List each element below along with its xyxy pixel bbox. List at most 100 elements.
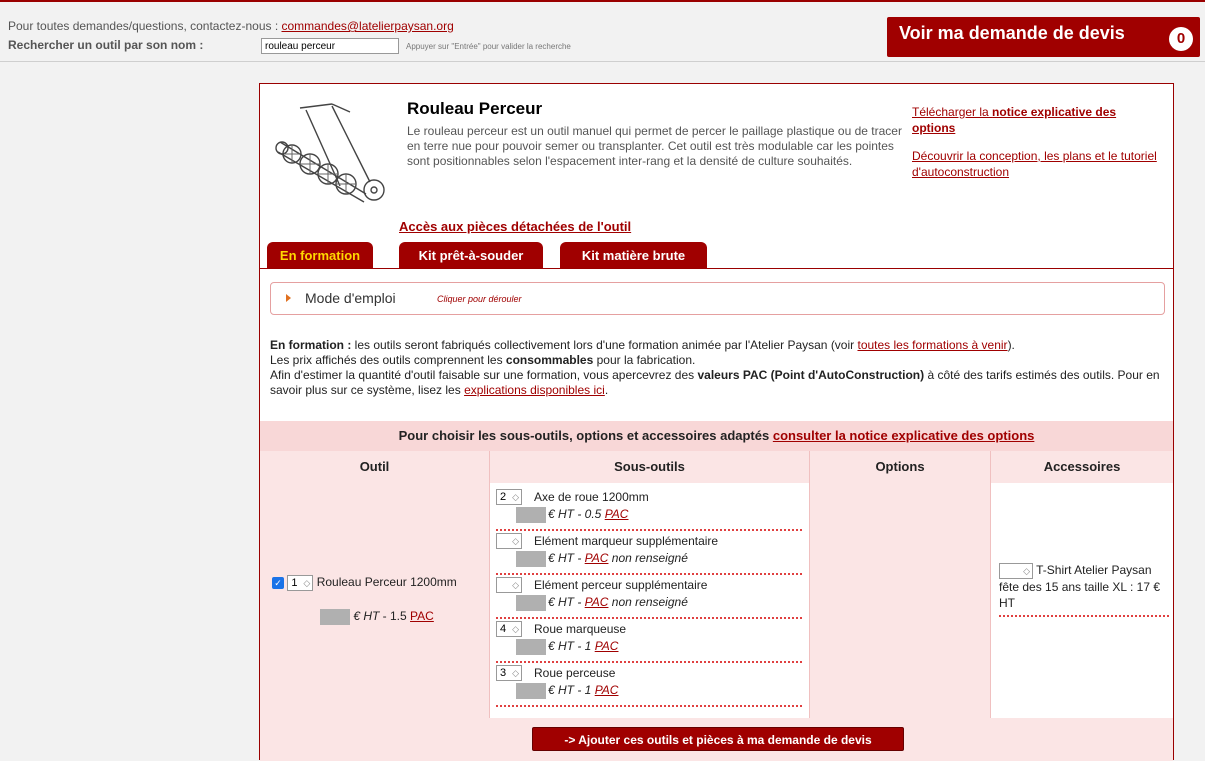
sub-tool-qty-value: 3 <box>500 667 507 679</box>
sub-tool-qty-stepper[interactable]: ◇ <box>496 577 522 593</box>
formations-link[interactable]: toutes les formations à venir <box>857 338 1007 352</box>
column-header-sous-outils: Sous-outils <box>489 451 809 483</box>
accessory-item: ◇ T-Shirt Atelier Paysan fête des 15 ans… <box>999 562 1169 617</box>
price-redacted <box>320 609 350 625</box>
sub-tool-pac-link[interactable]: PAC <box>595 683 619 697</box>
sub-tool-qty-stepper[interactable]: ◇ <box>496 533 522 549</box>
price-redacted <box>516 639 546 655</box>
tool-links: Télécharger la notice explicative des op… <box>912 104 1162 180</box>
tab-divider <box>260 268 1173 269</box>
spare-parts-link[interactable]: Accès aux pièces détachées de l'outil <box>399 219 631 234</box>
sub-tool-item: ◇ Elément marqueur supplémentaire € HT -… <box>496 533 802 575</box>
accessoires-cell: ◇ T-Shirt Atelier Paysan fête des 15 ans… <box>990 483 1173 718</box>
column-header-accessoires: Accessoires <box>990 451 1173 483</box>
sub-tool-price-text: € HT - <box>548 595 585 610</box>
spinner-icon: ◇ <box>512 492 519 502</box>
sub-tool-name: Elément perceur supplémentaire <box>534 578 708 592</box>
accessory-qty-stepper[interactable]: ◇ <box>999 562 1033 579</box>
sub-tool-price-text: € HT - 1 <box>548 639 595 654</box>
formation-line3-end: . <box>604 383 609 397</box>
sub-tool-item: 3 ◇ Roue perceuse € HT - 1 PAC <box>496 665 802 707</box>
formation-line2-end: pour la fabrication. <box>593 353 696 367</box>
search-input[interactable] <box>261 38 399 54</box>
sub-tool-name: Roue perceuse <box>534 666 616 680</box>
spinner-icon: ◇ <box>1023 565 1030 576</box>
spinner-icon: ◇ <box>303 577 311 588</box>
options-header: Pour choisir les sous-outils, options et… <box>260 421 1173 451</box>
view-quote-label: Voir ma demande de devis <box>899 23 1125 43</box>
sub-tool-name: Roue marqueuse <box>534 622 627 636</box>
sub-tool-name: Axe de roue 1200mm <box>534 490 649 504</box>
formation-line3-bold: valeurs PAC (Point d'AutoConstruction) <box>697 368 925 382</box>
sub-tool-pac-link[interactable]: PAC <box>595 639 619 653</box>
mode-emploi-toggle[interactable]: Mode d'emploi Cliquer pour dérouler <box>270 282 1165 315</box>
formation-line1: les outils seront fabriqués collectiveme… <box>351 338 858 352</box>
spinner-icon: ◇ <box>512 624 519 634</box>
view-quote-button[interactable]: Voir ma demande de devis 0 <box>887 17 1200 57</box>
tab-kit-pret-a-souder[interactable]: Kit prêt-à-souder <box>399 242 543 269</box>
sub-tool-pac-link[interactable]: PAC <box>585 595 609 609</box>
tool-title: Rouleau Perceur <box>407 99 543 118</box>
sub-tool-qty-stepper[interactable]: 4 ◇ <box>496 621 522 637</box>
options-notice-link[interactable]: consulter la notice explicative des opti… <box>773 428 1035 443</box>
search-hint: Appuyer sur "Entrée" pour valider la rec… <box>406 42 571 51</box>
sub-tool-price: € HT - PAC non renseigné <box>516 595 688 611</box>
sub-tool-price: € HT - 0.5 PAC <box>516 507 628 523</box>
outil-pac-link[interactable]: PAC <box>410 609 434 623</box>
price-redacted <box>516 595 546 611</box>
outil-item: ✓ 1 ◇ Rouleau Perceur 1200mm <box>272 574 482 591</box>
sub-tool-price-text: € HT - 1 <box>548 683 595 698</box>
rouleau-perceur-illustration-icon <box>275 103 385 203</box>
formation-line3: Afin d'estimer la quantité d'outil faisa… <box>270 368 698 382</box>
column-header-options: Options <box>809 451 990 483</box>
search-label: Rechercher un outil par son nom : <box>8 38 204 52</box>
contact-prefix: Pour toutes demandes/questions, contacte… <box>8 19 282 33</box>
sub-tool-item: ◇ Elément perceur supplémentaire € HT - … <box>496 577 802 619</box>
sub-tool-qty-value: 4 <box>500 623 507 635</box>
mode-emploi-hint: Cliquer pour dérouler <box>437 294 522 304</box>
add-to-quote-button[interactable]: -> Ajouter ces outils et pièces à ma dem… <box>532 727 904 751</box>
sub-tool-pac-tail: non renseigné <box>608 595 688 610</box>
sub-tool-price-text: € HT - 0.5 <box>548 507 605 522</box>
column-header-outil: Outil <box>359 459 390 474</box>
download-notice-link-text: Télécharger la <box>912 105 993 119</box>
sub-tool-name: Elément marqueur supplémentaire <box>534 534 719 548</box>
price-redacted <box>516 507 546 523</box>
quote-count-badge: 0 <box>1169 27 1193 51</box>
sub-tool-pac-tail: non renseigné <box>608 551 688 566</box>
sub-tool-pac-link[interactable]: PAC <box>605 507 629 521</box>
sub-tool-price: € HT - 1 PAC <box>516 683 618 699</box>
sub-tool-qty-stepper[interactable]: 2 ◇ <box>496 489 522 505</box>
sub-tool-pac-link[interactable]: PAC <box>585 551 609 565</box>
outil-price-suffix: € HT <box>350 609 380 624</box>
tool-card: Rouleau Perceur Le rouleau perceur est u… <box>259 83 1174 761</box>
sub-tool-price-text: € HT - <box>548 551 585 566</box>
tab-en-formation[interactable]: En formation <box>267 242 373 269</box>
formation-lead: En formation : <box>270 338 352 352</box>
contact-email-link[interactable]: commandes@latelierpaysan.org <box>282 19 454 33</box>
formation-line2: Les prix affichés des outils comprennent… <box>270 353 506 367</box>
outil-cell: ✓ 1 ◇ Rouleau Perceur 1200mm € HT - 1.5 P… <box>260 483 489 718</box>
contact-line: Pour toutes demandes/questions, contacte… <box>8 19 454 33</box>
pac-explanations-link[interactable]: explications disponibles ici <box>464 383 605 397</box>
table-header-row: Outil Sous-outils Options Accessoires <box>260 451 1173 483</box>
spinner-icon: ◇ <box>512 668 519 678</box>
price-redacted <box>516 683 546 699</box>
sub-tool-price: € HT - PAC non renseigné <box>516 551 688 567</box>
formation-line2-bold: consommables <box>505 353 594 367</box>
expand-arrow-icon <box>286 294 291 302</box>
outil-checkbox[interactable]: ✓ <box>272 576 284 589</box>
formation-line1-end: ). <box>1007 338 1015 352</box>
download-notice-link[interactable]: Télécharger la notice explicative des op… <box>912 104 1162 136</box>
sub-tool-qty-stepper[interactable]: 3 ◇ <box>496 665 522 681</box>
sub-tool-item: 2 ◇ Axe de roue 1200mm € HT - 0.5 PAC <box>496 489 802 531</box>
formation-info: En formation : les outils seront fabriqu… <box>270 338 1165 398</box>
top-bar: Pour toutes demandes/questions, contacte… <box>0 0 1205 62</box>
sub-tool-price: € HT - 1 PAC <box>516 639 618 655</box>
outil-pac-value: - 1.5 <box>379 609 411 624</box>
tool-description: Le rouleau perceur est un outil manuel q… <box>407 124 902 168</box>
price-redacted <box>516 551 546 567</box>
outil-qty-stepper[interactable]: 1 ◇ <box>287 574 314 591</box>
conception-link[interactable]: Découvrir la conception, les plans et le… <box>912 148 1162 180</box>
tab-kit-matiere-brute[interactable]: Kit matière brute <box>560 242 707 269</box>
